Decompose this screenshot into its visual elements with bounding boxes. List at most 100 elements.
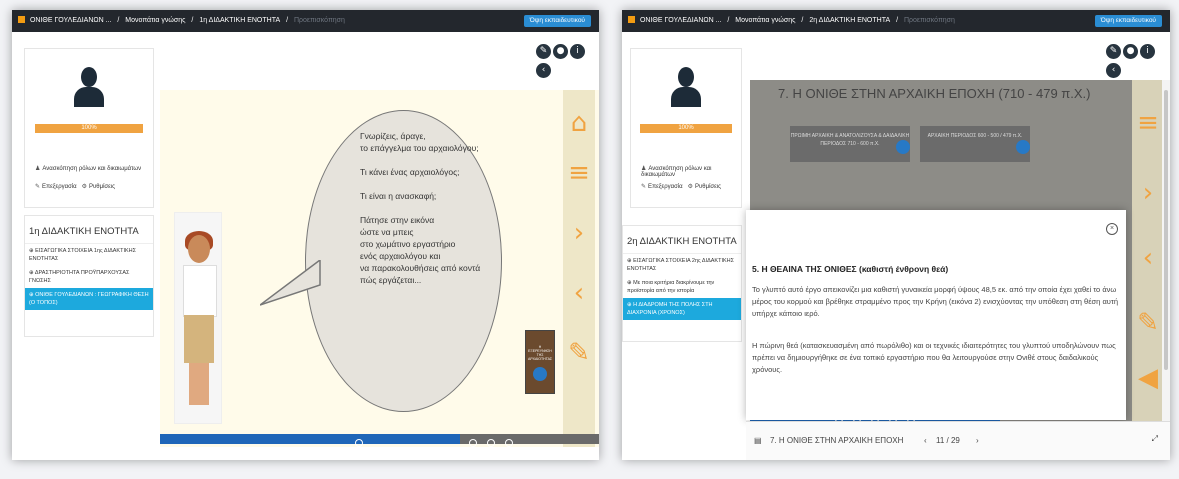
user-icon[interactable]: ●	[1123, 44, 1138, 59]
unit-item[interactable]: ⊕ ΔΡΑΣΤΗΡΙΟΤΗΤΑ ΠΡΟΫΠΑΡΧΟΥΣΑΣ ΓΝΩΣΗΣ	[25, 266, 153, 288]
next-slide-icon[interactable]: ›	[976, 436, 979, 445]
pencil-icon: ✎	[641, 184, 647, 190]
speech-tail	[260, 260, 321, 306]
info-icon[interactable]: i	[570, 44, 585, 59]
breadcrumb: ΟΝΙΘΕ ΓΟΥΛΕΔΙΑΝΩΝ ... / Μονοπάτια γνώσης…	[628, 10, 959, 32]
info-icon[interactable]: i	[1140, 44, 1155, 59]
dialog-title: 5. Η ΘΕΑΙΝΑ ΤΗΣ ΟΝΙΘΕΣ (καθιστή ένθρονη …	[752, 264, 949, 274]
user-icon[interactable]: ●	[553, 44, 568, 59]
back-icon[interactable]: ‹	[536, 63, 551, 78]
edit-icon[interactable]: ✎	[1106, 44, 1121, 59]
roles-link[interactable]: ♟ Ανασκόπηση ρόλων και δικαιωμάτων	[641, 165, 741, 178]
footer-title: 7. Η ΟΝΙΘΕ ΣΤΗΝ ΑΡΧΑΙΚΗ ΕΠΟΧΗ	[770, 436, 904, 445]
settings-link[interactable]: ⚙ Ρυθμίσεις	[82, 184, 115, 190]
teacher-view-button[interactable]: Όψη εκπαιδευτικού	[523, 15, 591, 27]
link-icon	[533, 367, 547, 381]
link-icon[interactable]	[1016, 140, 1030, 154]
menu-icon[interactable]: ≡	[566, 160, 592, 186]
dialog-paragraph: Η πώρινη θεά (κατασκευασμένη από πωρόλιθ…	[752, 341, 1116, 374]
toolbar-round-buttons: ✎ ● i ‹	[534, 40, 599, 78]
menu-icon[interactable]: ≡	[1135, 110, 1161, 136]
breadcrumb-paths[interactable]: Μονοπάτια γνώσης	[125, 17, 185, 24]
unit-item[interactable]: ⊕ ΕΙΣΑΓΩΓΙΚΑ ΣΤΟΙΧΕΙΑ 2ης ΔΙΔΑΚΤΙΚΗΣ ΕΝΟ…	[623, 254, 741, 276]
breadcrumb-paths[interactable]: Μονοπάτια γνώσης	[735, 17, 795, 24]
slide-heading: 7. Η ΟΝΙΘΕ ΣΤΗΝ ΑΡΧΑΙΚΗ ΕΠΟΧΗ (710 - 479…	[778, 86, 1091, 101]
teacher-view-button[interactable]: Όψη εκπαιδευτικού	[1094, 15, 1162, 27]
chevron-left-icon[interactable]: ‹	[1135, 245, 1161, 271]
speech-line: ενός αρχαιολόγου και	[360, 251, 441, 261]
home-icon[interactable]: ⌂	[566, 110, 592, 136]
breadcrumb-unit[interactable]: 1η ΔΙΔΑΚΤΙΚΗ ΕΝΟΤΗΤΑ	[199, 17, 280, 24]
settings-link[interactable]: ⚙ Ρυθμίσεις	[688, 184, 721, 190]
avatar	[671, 67, 701, 107]
breadcrumb-unit[interactable]: 2η ΔΙΔΑΚΤΙΚΗ ΕΝΟΤΗΤΑ	[809, 17, 890, 24]
page-counter: 11 / 29	[936, 436, 960, 445]
expand-icon[interactable]: ⤢	[1152, 434, 1158, 444]
chevron-right-icon[interactable]: ›	[566, 220, 592, 246]
unit-title: 2η ΔΙΔΑΚΤΙΚΗ ΕΝΟΤΗΤΑ	[623, 226, 741, 254]
unit-item-active[interactable]: ⊕ ΟΝΙΘΕ ΓΟΥΛΕΔΙΑΝΩΝ : ΓΕΩΓΡΑΦΙΚΗ ΘΕΣΗ (Ο…	[25, 288, 153, 310]
scrollbar[interactable]	[1162, 80, 1170, 452]
speech-line: στο χωμάτινο εργαστήριο	[360, 239, 456, 249]
breadcrumb-preview: Προεπισκόπηση	[903, 17, 955, 24]
period-box: ΠΡΩΙΜΗ ΑΡΧΑΙΚΗ & ΑΝΑΤΟΛΙΖΟΥΣΑ & ΔΑΙΔΑΛΙΚ…	[790, 126, 910, 162]
close-icon[interactable]: ×	[1106, 223, 1118, 235]
speech-text: Γνωρίζεις, άραγε, το επάγγελμα του αρχαιο…	[360, 130, 480, 286]
avatar	[74, 67, 104, 107]
profile-card: 100% ♟ Ανασκόπηση ρόλων και δικαιωμάτων ✎…	[630, 48, 742, 208]
chevron-right-icon[interactable]: ›	[1135, 180, 1161, 206]
unit-item[interactable]: ⊕ ΕΙΣΑΓΩΓΙΚΑ ΣΤΟΙΧΕΙΑ 1ης ΔΙΔΑΚΤΙΚΗΣ ΕΝΟ…	[25, 244, 153, 266]
slides-icon[interactable]: ▤	[754, 436, 762, 445]
speech-line	[360, 178, 480, 190]
speech-line: Γνωρίζεις, άραγε,	[360, 131, 426, 141]
edit-link[interactable]: ✎ Επεξεργασία	[35, 184, 77, 190]
top-bar: ΟΝΙΘΕ ΓΟΥΛΕΔΙΑΝΩΝ ... / Μονοπάτια γνώσης…	[12, 10, 599, 32]
profile-actions: ✎ Επεξεργασία ⚙ Ρυθμίσεις	[35, 183, 115, 190]
prev-slide-icon[interactable]: ‹	[924, 436, 927, 445]
unit-card: 2η ΔΙΔΑΚΤΙΚΗ ΕΝΟΤΗΤΑ ⊕ ΕΙΣΑΓΩΓΙΚΑ ΣΤΟΙΧΕ…	[622, 225, 742, 342]
nav-column: ≡ › ‹ ✎ ◀	[1132, 80, 1164, 452]
link-icon[interactable]	[896, 140, 910, 154]
speech-line: ώστε να μπεις	[360, 227, 414, 237]
right-screenshot: ΟΝΙΘΕ ΓΟΥΛΕΔΙΑΝΩΝ ... / Μονοπάτια γνώσης…	[622, 10, 1170, 460]
edit-link[interactable]: ✎ Επεξεργασία	[641, 184, 683, 190]
unit-title: 1η ΔΙΔΑΚΤΙΚΗ ΕΝΟΤΗΤΑ	[25, 216, 153, 244]
breadcrumb: ΟΝΙΘΕ ΓΟΥΛΕΔΙΑΝΩΝ ... / Μονοπάτια γνώσης…	[18, 10, 349, 32]
toolbar-round-buttons: ✎ ● i ‹	[1104, 40, 1170, 78]
slide-progress-bar[interactable]	[160, 434, 460, 447]
unit-item-active[interactable]: ⊕ Η ΔΙΑΔΡΟΜΗ ΤΗΣ ΠΟΛΗΣ ΣΤΗ ΔΙΑΧΡΟΝΙΑ (ΧΡ…	[623, 298, 741, 320]
archaeologist-image	[174, 212, 222, 424]
back-icon[interactable]: ‹	[1106, 63, 1121, 78]
gear-icon: ⚙	[687, 184, 694, 190]
edit-icon[interactable]: ✎	[536, 44, 551, 59]
dialog-paragraph: Το γλυπτό αυτό έργο απεικονίζει μια καθι…	[752, 285, 1119, 318]
unit-item[interactable]: ⊕ Με ποια κριτήρια διακρίνουμε την προϊσ…	[623, 276, 741, 298]
user-icon: ♟	[35, 166, 41, 172]
speaker-icon[interactable]: ◀	[1135, 365, 1161, 391]
book-thumbnail[interactable]: Η ΕΞΕΡΕΥΝΗΣΗ ΤΗΣ ΑΡΧΑΙΟΤΗΤΑΣ	[525, 330, 555, 394]
unit-card: 1η ΔΙΔΑΚΤΙΚΗ ΕΝΟΤΗΤΑ ⊕ ΕΙΣΑΓΩΓΙΚΑ ΣΤΟΙΧΕ…	[24, 215, 154, 337]
slide-dots[interactable]	[460, 434, 599, 447]
breadcrumb-preview: Προεπισκόπηση	[293, 17, 345, 24]
speech-line: το επάγγελμα του αρχαιολόγου;	[360, 143, 479, 153]
speech-line: Πάτησε στην εικόνα	[360, 215, 435, 225]
notebook-icon[interactable]: ✎	[1135, 310, 1161, 336]
speech-line: πώς εργάζεται...	[360, 275, 422, 285]
profile-actions: ✎ Επεξεργασία ⚙ Ρυθμίσεις	[641, 183, 721, 190]
roles-link[interactable]: ♟ Ανασκόπηση ρόλων και δικαιωμάτων	[35, 165, 141, 172]
top-bar: ΟΝΙΘΕ ΓΟΥΛΕΔΙΑΝΩΝ ... / Μονοπάτια γνώσης…	[622, 10, 1170, 32]
speech-line	[360, 154, 480, 166]
breadcrumb-course[interactable]: ΟΝΙΘΕ ΓΟΥΛΕΔΙΑΝΩΝ ...	[640, 17, 721, 24]
notebook-icon[interactable]: ✎	[566, 340, 592, 366]
home-icon[interactable]	[628, 16, 635, 23]
chevron-left-icon[interactable]: ‹	[566, 280, 592, 306]
profile-card: 100% ♟ Ανασκόπηση ρόλων και δικαιωμάτων ✎…	[24, 48, 154, 208]
home-icon[interactable]	[18, 16, 25, 23]
pencil-icon: ✎	[35, 184, 41, 190]
speech-line	[360, 202, 480, 214]
speech-line: να παρακολουθήσεις από κοντά	[360, 263, 481, 273]
breadcrumb-course[interactable]: ΟΝΙΘΕ ΓΟΥΛΕΔΙΑΝΩΝ ...	[30, 17, 111, 24]
progress-bar: 100%	[640, 124, 732, 133]
speech-line: Τι είναι η ανασκαφή;	[360, 191, 437, 201]
speech-line: Τι κάνει ένας αρχαιολόγος;	[360, 167, 460, 177]
